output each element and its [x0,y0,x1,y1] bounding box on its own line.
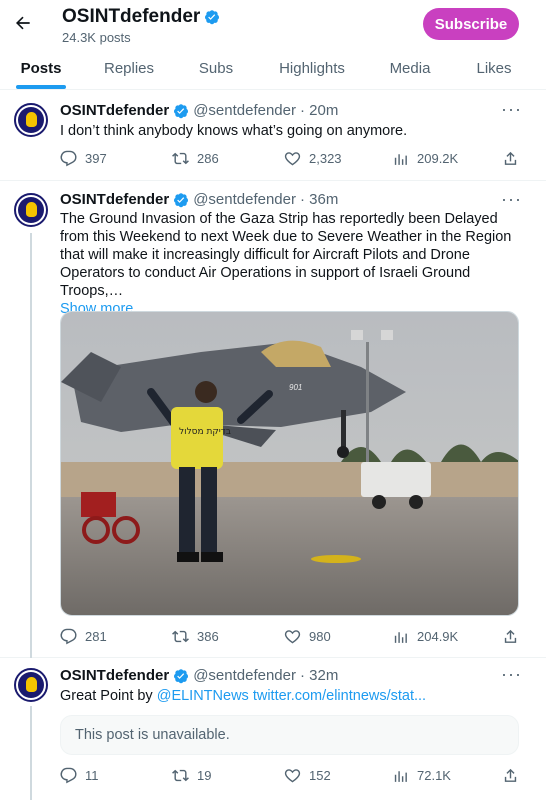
views-button[interactable]: 72.1K [392,767,451,784]
post-actions: 281 386 980 204.9K [60,628,520,648]
more-options-button[interactable]: ··· [501,189,522,210]
like-count: 2,323 [309,151,342,166]
views-button[interactable]: 209.2K [392,150,458,167]
views-chart-icon [394,632,407,643]
post[interactable]: OSINTdefender @sentdefender · 32m ··· Gr… [0,658,546,800]
tab-likes[interactable]: Likes [466,46,522,90]
profile-name: OSINTdefender [62,6,201,27]
avatar[interactable] [14,103,48,137]
post-header: OSINTdefender @sentdefender · 20m [60,102,338,119]
back-button[interactable] [10,10,36,36]
verified-badge-icon [173,103,189,119]
heart-icon [284,152,301,166]
post[interactable]: OSINTdefender @sentdefender · 20m ··· I … [0,91,546,181]
post-text: Great Point by @ELINTNews twitter.com/el… [60,687,520,705]
repost-button[interactable]: 19 [172,767,211,784]
reply-count: 11 [85,768,99,783]
reply-icon [60,628,77,645]
author-name[interactable]: OSINTdefender [60,667,169,684]
post-time[interactable]: · 20m [300,102,338,119]
reply-icon [60,767,77,784]
verified-badge-icon [204,9,220,25]
profile-title: OSINTdefender [62,6,220,28]
fighter-jet-photo: 901 בדיקת מסלול [61,312,518,615]
verified-badge-icon [173,192,189,208]
share-icon [504,151,517,165]
profile-tabs: Posts Replies Subs Highlights Media Like… [0,46,546,90]
heart-icon [284,769,301,783]
url-link[interactable]: twitter.com/elintnews/stat... [253,688,426,704]
views-button[interactable]: 204.9K [392,628,458,645]
like-count: 152 [309,768,331,783]
post-text: The Ground Invasion of the Gaza Strip ha… [60,210,520,318]
repost-count: 386 [197,629,219,644]
repost-count: 19 [197,768,212,783]
tab-media[interactable]: Media [380,46,440,90]
views-chart-icon [394,771,407,782]
author-name[interactable]: OSINTdefender [60,191,169,208]
views-chart-icon [394,154,407,165]
share-button[interactable] [502,628,519,645]
like-button[interactable]: 980 [284,628,331,645]
mention-link[interactable]: @ELINTNews [157,688,249,704]
avatar[interactable] [14,668,48,702]
author-handle[interactable]: @sentdefender [193,102,296,119]
tab-highlights[interactable]: Highlights [270,46,354,90]
author-handle[interactable]: @sentdefender [193,191,296,208]
post-image[interactable]: 901 בדיקת מסלול [60,311,519,616]
repost-icon [172,769,189,782]
back-arrow-icon [16,16,30,30]
reply-count: 281 [85,629,107,644]
repost-icon [172,152,189,165]
repost-button[interactable]: 286 [172,150,219,167]
repost-count: 286 [197,151,219,166]
post-time[interactable]: · 32m [300,667,338,684]
post-body: The Ground Invasion of the Gaza Strip ha… [60,211,512,299]
more-options-button[interactable]: ··· [501,664,522,685]
tab-posts[interactable]: Posts [8,46,74,90]
share-icon [504,629,517,643]
post-text: I don’t think anybody knows what’s going… [60,123,408,139]
more-options-button[interactable]: ··· [501,99,522,120]
share-button[interactable] [502,150,519,167]
post-body: Great Point by [60,688,157,704]
heart-icon [284,630,301,644]
reply-button[interactable]: 281 [60,628,107,645]
reply-count: 397 [85,151,107,166]
thread-line [30,706,32,800]
view-count: 204.9K [417,629,459,644]
profile-header: OSINTdefender 24.3K posts Subscribe [0,0,546,46]
tab-subs[interactable]: Subs [186,46,246,90]
tab-replies[interactable]: Replies [96,46,162,90]
avatar[interactable] [14,193,48,227]
view-count: 209.2K [417,151,459,166]
share-icon [504,768,517,782]
post-time[interactable]: · 36m [300,191,338,208]
share-button[interactable] [502,767,519,784]
post-actions: 397 286 2,323 209.2K [60,150,520,170]
unavailable-quote: This post is unavailable. [60,715,519,755]
jet-tail-number: 901 [289,383,302,392]
repost-icon [172,630,189,643]
like-button[interactable]: 152 [284,767,331,784]
reply-icon [60,150,77,167]
post-header: OSINTdefender @sentdefender · 36m [60,191,338,208]
subscribe-button[interactable]: Subscribe [423,8,519,40]
reply-button[interactable]: 11 [60,767,99,784]
post-header: OSINTdefender @sentdefender · 32m [60,667,338,684]
author-name[interactable]: OSINTdefender [60,102,169,119]
reply-button[interactable]: 397 [60,150,107,167]
verified-badge-icon [173,668,189,684]
active-tab-indicator [16,85,66,89]
vest-label: בדיקת מסלול [179,427,231,437]
like-count: 980 [309,629,331,644]
like-button[interactable]: 2,323 [284,150,342,167]
author-handle[interactable]: @sentdefender [193,667,296,684]
post-count: 24.3K posts [62,30,131,45]
thread-line [30,233,32,658]
view-count: 72.1K [417,768,451,783]
repost-button[interactable]: 386 [172,628,219,645]
post-actions: 11 19 152 72.1K [60,767,520,787]
